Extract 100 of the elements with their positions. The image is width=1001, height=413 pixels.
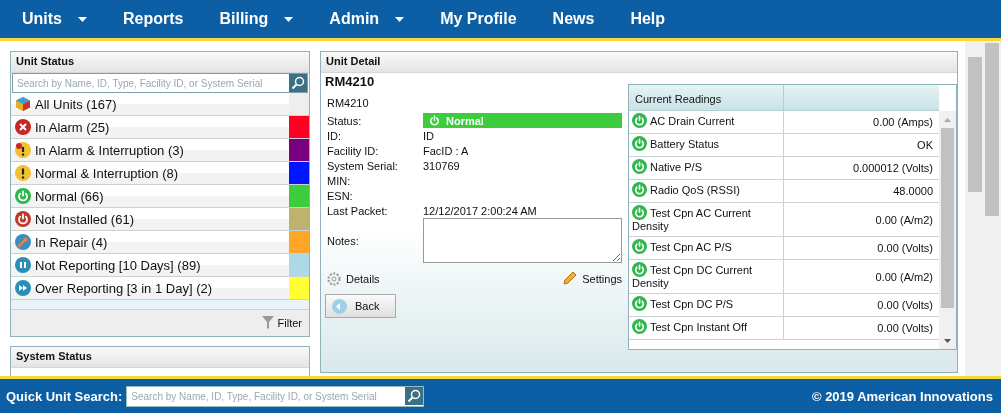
- search-button[interactable]: [405, 387, 424, 405]
- unit-name: RM4210: [324, 73, 376, 90]
- field-label: Notes:: [327, 234, 360, 247]
- fast-forward-icon: [15, 280, 31, 296]
- status-list-item[interactable]: Not Installed (61): [11, 208, 309, 231]
- status-label: Normal (66): [34, 188, 105, 204]
- reading-value: 0.00 (Volts): [876, 321, 934, 337]
- reading-value: 0.00 (Volts): [876, 241, 934, 257]
- reading-value: 0.000012 (Volts): [851, 161, 934, 176]
- status-list-item[interactable]: Over Reporting [3 in 1 Day] (2): [11, 277, 309, 300]
- field-label: Status:: [327, 114, 363, 127]
- power-icon: [632, 136, 647, 152]
- status-label: Not Installed (61): [34, 211, 135, 227]
- details-link[interactable]: Details: [327, 271, 380, 286]
- nav-menu-item[interactable]: Help: [630, 10, 666, 28]
- status-label: Over Reporting [3 in 1 Day] (2): [34, 280, 214, 296]
- status-label: All Units (167): [34, 96, 118, 112]
- power-icon: [632, 319, 647, 335]
- nav-menu-item[interactable]: My Profile: [440, 10, 517, 28]
- panel-title: System Status: [11, 347, 309, 368]
- nav-menu-item[interactable]: Admin: [329, 10, 405, 28]
- power-icon: [429, 115, 440, 126]
- status-label: In Alarm (25): [34, 119, 111, 135]
- pencil-icon: [562, 271, 578, 286]
- status-badge: Normal: [423, 113, 622, 128]
- status-label: In Repair (4): [34, 234, 109, 250]
- reading-value: 0.00 (Volts): [876, 298, 934, 314]
- alert-x-icon: [15, 142, 31, 158]
- field-label: MIN:: [327, 174, 352, 187]
- caret-icon: [395, 16, 405, 22]
- power-icon: [15, 188, 31, 204]
- reading-value: 48.0000: [892, 184, 934, 199]
- cube-icon: [15, 96, 31, 112]
- reading-value: 0.00 (A/m2): [874, 269, 934, 285]
- reading-name: Test Cpn AC P/S: [629, 237, 784, 260]
- field-label: ESN:: [327, 189, 354, 202]
- reading-name: Test Cpn DC Current Density: [629, 260, 784, 294]
- funnel-icon: [261, 316, 274, 330]
- search-field[interactable]: Search by Name, ID, Type, Facility ID, or System Serial: [12, 73, 308, 93]
- field-label: Facility ID:: [327, 144, 380, 157]
- status-list-item[interactable]: Normal (66): [11, 185, 309, 208]
- field-label: System Serial:: [327, 159, 399, 172]
- search-button[interactable]: [289, 74, 307, 92]
- exclamation-icon: [15, 165, 31, 181]
- nav-menu-item[interactable]: Billing: [219, 10, 294, 28]
- power-icon: [632, 113, 647, 129]
- status-label: Normal & Interruption (8): [34, 165, 180, 181]
- status-list-item[interactable]: In Alarm & Interruption (3): [11, 139, 309, 162]
- field-value: 310769: [423, 159, 460, 172]
- pause-icon: [15, 257, 31, 273]
- caret-icon: [284, 16, 294, 22]
- filter-button[interactable]: Filter: [261, 316, 302, 330]
- quick-search-label: Quick Unit Search:: [6, 388, 123, 404]
- reading-name: Battery Status: [629, 134, 784, 156]
- search-icon: [291, 76, 305, 90]
- reading-name: Radio QoS (RSSI): [629, 180, 784, 202]
- status-label: In Alarm & Interruption (3): [34, 142, 185, 158]
- nav-menu-item[interactable]: Reports: [123, 10, 184, 28]
- field-label: Last Packet:: [327, 204, 389, 217]
- reading-name: Native P/S: [629, 157, 784, 179]
- field-value: 12/12/2017 2:00:24 AM: [423, 204, 537, 217]
- reading-value: 0.00 (A/m2): [874, 212, 934, 228]
- wrench-icon: [15, 234, 31, 250]
- status-label: Not Reporting [10 Days] (89): [34, 257, 202, 273]
- status-list-item[interactable]: All Units (167): [11, 93, 309, 116]
- field-value: ID: [423, 129, 434, 142]
- power-icon: [632, 182, 647, 198]
- copyright-text: © 2019 American Innovations: [811, 388, 993, 404]
- power-icon: [632, 239, 647, 255]
- scrollbar[interactable]: [965, 41, 1001, 376]
- status-list-item[interactable]: Not Reporting [10 Days] (89): [11, 254, 309, 277]
- quick-search-field[interactable]: Search by Name, ID, Type, Facility ID, or System Serial: [126, 385, 425, 407]
- settings-link[interactable]: Settings: [562, 271, 622, 286]
- power-icon: [632, 205, 647, 221]
- back-button[interactable]: Back: [325, 294, 396, 318]
- gear-icon: [327, 271, 341, 286]
- field-value: FacID : A: [423, 144, 469, 157]
- reading-name: Test Cpn DC P/S: [629, 294, 784, 317]
- field-label: ID:: [327, 129, 343, 142]
- power-icon: [632, 296, 647, 312]
- unit-subtitle: RM4210: [327, 96, 370, 111]
- reading-name: Test Cpn Instant Off: [629, 317, 784, 340]
- reading-name: Test Cpn AC Current Density: [629, 203, 784, 237]
- panel-title: Unit Status: [11, 52, 309, 73]
- status-list-item[interactable]: In Repair (4): [11, 231, 309, 254]
- nav-menu-item[interactable]: News: [552, 10, 595, 28]
- scrollbar[interactable]: [939, 111, 956, 349]
- x-circle-icon: [15, 119, 31, 135]
- search-icon: [407, 389, 422, 403]
- reading-value: OK: [916, 138, 934, 153]
- power-icon: [632, 262, 647, 278]
- status-list-item[interactable]: In Alarm (25): [11, 116, 309, 139]
- status-list-item[interactable]: Normal & Interruption (8): [11, 162, 309, 185]
- nav-menu-item[interactable]: Units: [22, 10, 87, 28]
- column-header: Current Readings: [629, 85, 784, 111]
- reading-name: AC Drain Current: [629, 111, 784, 133]
- caret-icon: [78, 16, 87, 22]
- reading-value: 0.00 (Amps): [872, 115, 934, 130]
- power-icon: [15, 211, 31, 227]
- notes-field[interactable]: [423, 218, 622, 263]
